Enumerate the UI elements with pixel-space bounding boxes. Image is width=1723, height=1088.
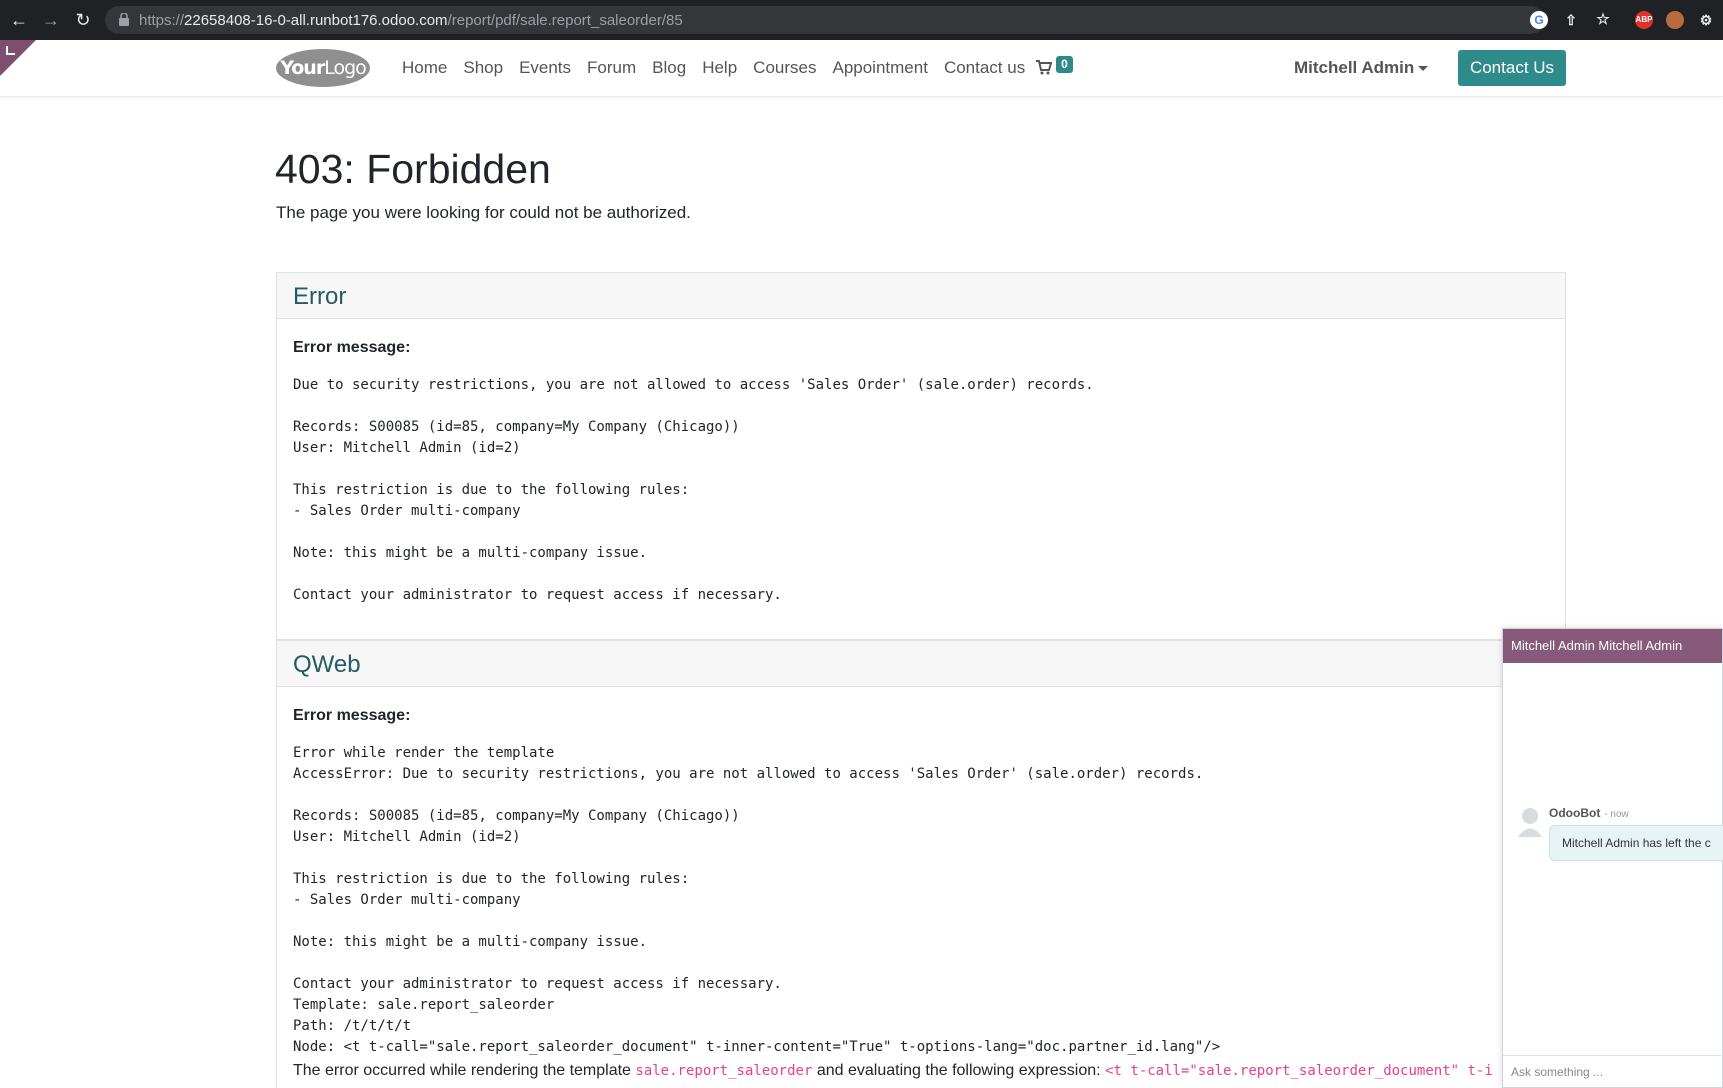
cart-icon[interactable] [1036, 60, 1052, 75]
google-icon[interactable]: G [1530, 11, 1548, 29]
error-message-text: Due to security restrictions, you are no… [293, 377, 1094, 603]
chat-window-title[interactable]: Mitchell Admin Mitchell Admin [1503, 629, 1722, 663]
contact-us-button[interactable]: Contact Us [1458, 50, 1566, 86]
puzzle-icon[interactable]: ⚙ [1697, 11, 1715, 29]
reload-icon[interactable]: ↻ [72, 9, 94, 31]
url-text: https://22658408-16-0-all.runbot176.odoo… [139, 12, 683, 29]
menu-item-help[interactable]: Help [702, 58, 737, 77]
menu-item-events[interactable]: Events [519, 58, 571, 77]
site-logo[interactable]: YourLogo [276, 49, 370, 87]
back-icon[interactable]: ← [8, 9, 30, 31]
qweb-error-message-label: Error message: [293, 707, 411, 724]
qweb-error-message-text: Error while render the template AccessEr… [293, 745, 1221, 1055]
error-card: Error Error message: Due to security res… [276, 272, 1566, 640]
adblock-icon[interactable]: ABP [1635, 11, 1653, 29]
cart-count-badge: 0 [1056, 56, 1073, 73]
qweb-card: QWeb Error message: Error while render t… [276, 640, 1566, 1088]
error-message-label: Error message: [293, 339, 411, 356]
menu-item-contact-us[interactable]: Contact us [944, 58, 1025, 77]
chat-message-time: - now [1604, 809, 1629, 820]
template-code: sale.report_saleorder [635, 1063, 813, 1079]
menu-item-courses[interactable]: Courses [753, 58, 816, 77]
menu-item-blog[interactable]: Blog [652, 58, 686, 77]
chevron-down-icon[interactable] [1418, 66, 1428, 71]
forward-icon[interactable]: → [40, 9, 62, 31]
avatar [1518, 808, 1542, 837]
error-card-header: Error [277, 273, 1565, 319]
menu-item-forum[interactable]: Forum [587, 58, 636, 77]
chat-window: Mitchell Admin Mitchell Admin OdooBot - n… [1502, 628, 1723, 1088]
menu-item-home[interactable]: Home [402, 58, 447, 77]
chat-message-author: OdooBot - now [1549, 806, 1629, 820]
address-bar[interactable]: https://22658408-16-0-all.runbot176.odoo… [105, 6, 1545, 34]
menu-item-appointment[interactable]: Appointment [832, 58, 927, 77]
browser-toolbar: ← → ↻ https://22658408-16-0-all.runbot17… [0, 0, 1723, 40]
extension-icon[interactable] [1666, 11, 1684, 29]
page-subtitle: The page you were looking for could not … [276, 203, 691, 222]
lock-icon [119, 13, 129, 26]
corner-mark-icon [6, 46, 15, 55]
chat-input[interactable]: Ask something ... [1503, 1055, 1723, 1087]
bookmark-star-icon[interactable]: ☆ [1594, 11, 1612, 29]
share-icon[interactable]: ⇧ [1562, 11, 1580, 29]
page-title: 403: Forbidden [275, 146, 551, 192]
expression-code: <t t-call="sale.report_saleorder_documen… [1105, 1063, 1493, 1079]
main-menu: Home Shop Events Forum Blog Help Courses Appoin… [402, 58, 1041, 78]
error-card-title: Error [293, 283, 347, 310]
chat-message-bubble: Mitchell Admin has left the c [1549, 825, 1723, 861]
user-menu[interactable]: Mitchell Admin [1294, 58, 1414, 78]
qweb-card-header: QWeb [277, 641, 1565, 687]
menu-item-shop[interactable]: Shop [463, 58, 503, 77]
qweb-card-title: QWeb [293, 651, 361, 678]
qweb-error-footer: The error occurred while rendering the t… [293, 1062, 1493, 1079]
